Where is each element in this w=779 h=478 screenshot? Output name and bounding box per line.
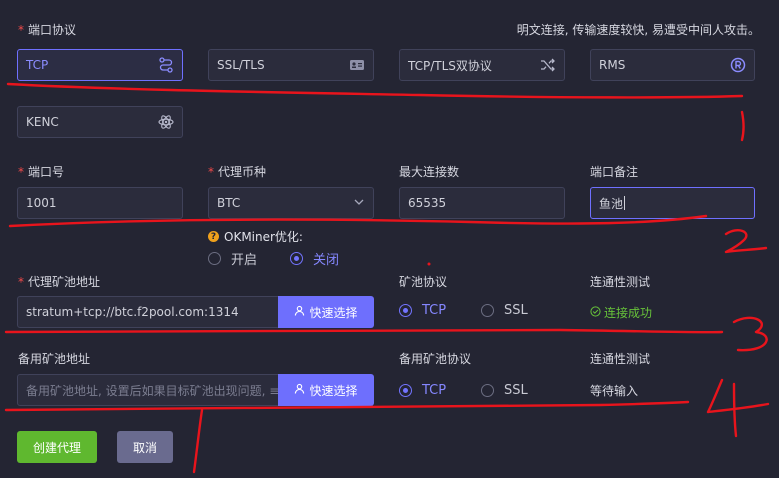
registered-icon <box>730 57 746 73</box>
okminer-off-radio[interactable]: 关闭 <box>290 249 339 268</box>
pool-test-label: 连通性测试 <box>590 275 651 289</box>
question-icon: ? <box>208 231 219 242</box>
okminer-on-radio[interactable]: 开启 <box>208 249 257 268</box>
backup-quick-select-button[interactable]: 快速选择 <box>278 374 374 406</box>
coin-select[interactable]: BTC <box>208 187 374 219</box>
check-circle-icon <box>590 305 601 320</box>
coin-label: * 代理币种 <box>208 165 267 179</box>
annotation-dot <box>427 262 431 266</box>
protocol-option-dual[interactable]: TCP/TLS双协议 <box>399 49 565 81</box>
protocol-option-ssl[interactable]: SSL/TLS <box>208 49 374 81</box>
pool-quick-select-button[interactable]: 快速选择 <box>278 296 374 328</box>
pool-test-status: 连接成功 <box>590 304 652 321</box>
remark-label: 端口备注 <box>590 165 639 179</box>
annotation-numeral-4-stroke <box>706 378 770 438</box>
user-icon <box>294 305 305 319</box>
chevron-down-icon <box>353 196 365 211</box>
annotation-numeral-2-stroke <box>724 229 768 254</box>
max-conn-label: 最大连接数 <box>399 165 460 179</box>
annotation-drag-stroke <box>192 408 204 474</box>
pool-label: * 代理矿池地址 <box>18 275 101 289</box>
create-proxy-button[interactable]: 创建代理 <box>17 431 97 463</box>
protocol-option-tcp[interactable]: TCP <box>17 49 183 81</box>
protocol-option-rms[interactable]: RMS <box>590 49 755 81</box>
port-label: * 端口号 <box>18 165 65 179</box>
remark-input[interactable]: 鱼池 <box>590 187 755 219</box>
atom-icon <box>158 114 174 130</box>
backup-ssl-radio[interactable]: SSL <box>481 383 528 398</box>
annotation-underline-3 <box>4 328 724 334</box>
backup-label: 备用矿池地址 <box>18 352 91 366</box>
annotation-numeral-3-stroke <box>732 316 768 352</box>
backup-test-status: 等待输入 <box>590 384 639 398</box>
backup-protocol-label: 备用矿池协议 <box>399 352 472 366</box>
backup-test-label: 连通性测试 <box>590 352 651 366</box>
port-protocol-label: * 端口协议 <box>18 23 77 37</box>
annotation-numeral-1-stroke <box>740 110 745 142</box>
port-input[interactable]: 1001 <box>17 187 183 219</box>
protocol-hint: 明文连接, 传输速度较快, 易遭受中间人攻击。 <box>516 23 760 37</box>
backup-address-input[interactable]: 备用矿池地址, 设置后如果目标矿池出现问题, ≡ <box>17 374 279 406</box>
cancel-button[interactable]: 取消 <box>117 431 173 463</box>
pool-ssl-radio[interactable]: SSL <box>481 303 528 318</box>
pool-tcp-radio[interactable]: TCP <box>399 303 446 318</box>
okminer-label: ? OKMiner优化: <box>208 228 303 245</box>
pool-address-input[interactable]: stratum+tcp://btc.f2pool.com:1314 <box>17 296 279 328</box>
route-icon <box>158 57 174 73</box>
shuffle-icon <box>540 57 556 73</box>
protocol-option-kenc[interactable]: KENC <box>17 106 183 138</box>
id-card-icon <box>349 57 365 73</box>
max-conn-input[interactable]: 65535 <box>399 187 565 219</box>
pool-protocol-label: 矿池协议 <box>399 275 448 289</box>
text-cursor <box>624 196 626 210</box>
annotation-underline-1 <box>6 82 744 99</box>
backup-tcp-radio[interactable]: TCP <box>399 383 446 398</box>
user-icon <box>294 383 305 397</box>
